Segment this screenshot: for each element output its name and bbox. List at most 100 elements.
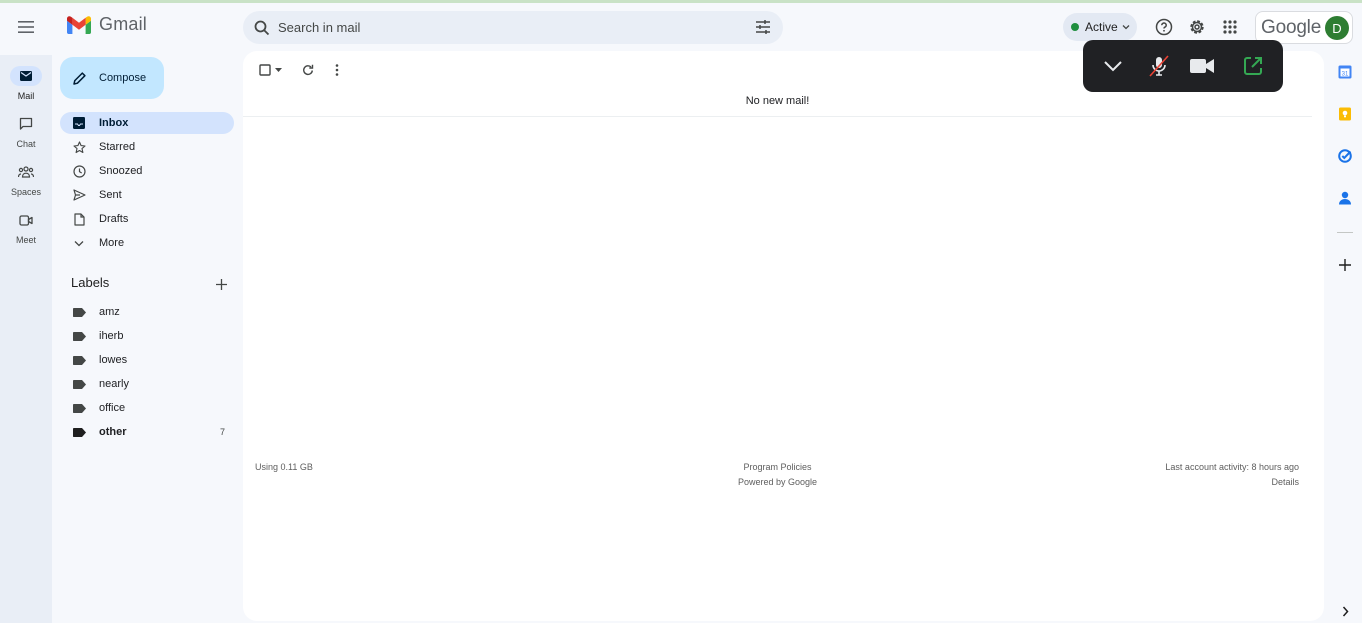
label-item-iherb[interactable]: iherb: [60, 325, 234, 347]
unread-count: 7: [219, 427, 225, 437]
compose-label: Compose: [99, 72, 147, 84]
chevron-down-icon: [1103, 60, 1123, 72]
contacts-app-button[interactable]: [1337, 190, 1353, 206]
nav-label-snoozed: Snoozed: [99, 165, 143, 177]
apps-button[interactable]: [1217, 14, 1243, 40]
rail-item-mail[interactable]: Mail: [0, 66, 52, 101]
more-vert-icon: [335, 64, 339, 76]
refresh-icon: [302, 64, 314, 76]
hamburger-menu-icon: [18, 21, 34, 33]
chat-icon: [10, 114, 42, 134]
select-checkbox-dropdown[interactable]: [255, 61, 285, 79]
label-name: office: [99, 402, 126, 414]
mail-icon: [10, 66, 42, 86]
keep-app-button[interactable]: [1337, 106, 1353, 122]
search-icon[interactable]: [254, 20, 270, 36]
clock-icon: [72, 164, 86, 178]
rail-label-spaces: Spaces: [10, 187, 42, 197]
help-button[interactable]: [1151, 14, 1177, 40]
avatar[interactable]: D: [1325, 16, 1349, 40]
nav-item-sent[interactable]: Sent: [60, 184, 234, 206]
checkbox-icon: [258, 64, 271, 76]
main-menu-button[interactable]: [10, 11, 42, 43]
divider: [1337, 232, 1353, 233]
label-name: other: [99, 426, 127, 438]
chevron-right-icon: [1342, 606, 1349, 617]
gmail-wordmark: Gmail: [99, 14, 148, 34]
nav-item-inbox[interactable]: Inbox: [60, 112, 234, 134]
draft-icon: [72, 212, 86, 226]
label-item-lowes[interactable]: lowes: [60, 349, 234, 371]
contacts-icon: [1339, 191, 1351, 205]
calendar-app-button[interactable]: 31: [1337, 64, 1353, 80]
show-side-panel-button[interactable]: [1337, 603, 1353, 619]
get-addons-button[interactable]: [1337, 257, 1353, 273]
label-item-office[interactable]: office: [60, 397, 234, 419]
camera-button[interactable]: [1189, 53, 1215, 79]
nav-label-starred: Starred: [99, 141, 136, 153]
label-item-other[interactable]: other 7: [60, 421, 234, 443]
video-camera-icon: [1189, 57, 1215, 75]
mic-off-icon: [1147, 54, 1171, 78]
details-link[interactable]: Details: [1271, 477, 1299, 487]
nav-item-snoozed[interactable]: Snoozed: [60, 160, 234, 182]
keep-icon: [1338, 107, 1352, 121]
inbox-icon: [72, 116, 86, 130]
compose-button[interactable]: Compose: [60, 57, 164, 99]
settings-button[interactable]: [1184, 14, 1210, 40]
refresh-button[interactable]: [299, 61, 317, 79]
divider: [243, 116, 1312, 117]
label-tag-icon: [72, 329, 86, 343]
status-label: Active: [1085, 20, 1118, 34]
rail-label-meet: Meet: [15, 235, 36, 245]
gmail-logo[interactable]: Gmail: [67, 14, 147, 35]
collapse-call-button[interactable]: [1100, 53, 1126, 79]
rail-item-chat[interactable]: Chat: [0, 114, 52, 149]
powered-by-text: Powered by Google: [737, 477, 818, 487]
star-icon: [72, 140, 86, 154]
label-name: iherb: [99, 330, 124, 342]
apps-grid-icon: [1223, 20, 1237, 34]
status-dot: [1071, 23, 1079, 31]
tasks-icon: [1338, 149, 1352, 163]
add-label-button[interactable]: [213, 276, 229, 292]
calendar-icon: 31: [1338, 65, 1352, 79]
pencil-icon: [72, 71, 87, 86]
google-logo: Google: [1261, 16, 1322, 38]
call-controls-panel: [1083, 40, 1283, 92]
open-call-button[interactable]: [1240, 53, 1266, 79]
tasks-app-button[interactable]: [1337, 148, 1353, 164]
label-item-nearly[interactable]: nearly: [60, 373, 234, 395]
nav-item-starred[interactable]: Starred: [60, 136, 234, 158]
empty-inbox-message: No new mail!: [745, 95, 810, 107]
label-tag-icon: [72, 401, 86, 415]
label-tag-icon: [72, 305, 86, 319]
plus-icon: [215, 278, 227, 290]
more-options-button[interactable]: [329, 61, 345, 79]
top-accent-line: [0, 0, 1362, 3]
label-tag-icon: [72, 353, 86, 367]
label-name: lowes: [99, 354, 128, 366]
rail-label-mail: Mail: [17, 91, 35, 101]
search-input[interactable]: [278, 20, 738, 35]
spaces-icon: [10, 162, 42, 182]
caret-down-icon: [274, 68, 282, 72]
send-icon: [72, 188, 86, 202]
gmail-m-icon: [67, 15, 91, 34]
nav-label-more: More: [99, 237, 125, 249]
nav-item-more[interactable]: More: [60, 232, 234, 254]
nav-item-drafts[interactable]: Drafts: [60, 208, 234, 230]
rail-item-meet[interactable]: Meet: [0, 210, 52, 245]
status-dropdown[interactable]: Active: [1063, 13, 1137, 41]
label-item-amz[interactable]: amz: [60, 301, 234, 323]
program-policies-link[interactable]: Program Policies: [243, 462, 1312, 472]
mute-button[interactable]: [1146, 53, 1172, 79]
last-activity-text: Last account activity: 8 hours ago: [1165, 462, 1299, 472]
search-bar[interactable]: [243, 11, 783, 44]
settings-icon: [1188, 18, 1206, 36]
label-name: nearly: [99, 378, 129, 390]
rail-item-spaces[interactable]: Spaces: [0, 162, 52, 197]
tune-icon[interactable]: [755, 19, 771, 35]
label-tag-icon: [72, 425, 86, 439]
chevron-down-icon: [1122, 24, 1130, 30]
